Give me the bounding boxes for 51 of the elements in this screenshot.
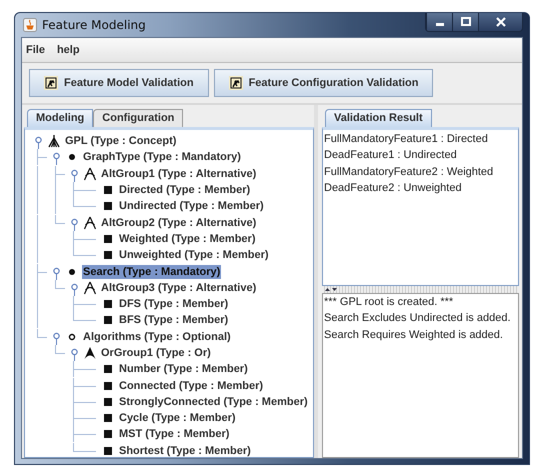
tree-node[interactable]: Directed (Type : Member) — [118, 183, 252, 198]
result-line: DeadFeature2 : Unweighted — [323, 180, 463, 196]
tree-node[interactable]: MST (Type : Member) — [118, 427, 230, 442]
arc-icon — [83, 166, 97, 181]
tree-node[interactable]: Number (Type : Member) — [118, 362, 249, 376]
maximize-icon — [460, 17, 470, 27]
tree-node[interactable]: AltGroup2 (Type : Alternative) — [100, 216, 258, 230]
tree-node[interactable]: Undirected (Type : Member) — [118, 199, 265, 214]
tab[interactable]: Configuration — [93, 109, 184, 127]
collapse-arrows-icon — [324, 287, 338, 292]
arc-icon — [83, 280, 97, 295]
tree-node[interactable]: Search (Type : Mandatory) — [82, 264, 222, 279]
tree-node[interactable]: Shortest (Type : Member) — [118, 444, 252, 457]
tree-node[interactable]: Cycle (Type : Member) — [118, 411, 237, 426]
cup-icon — [23, 18, 37, 32]
close-icon — [496, 17, 506, 27]
toolbar-button[interactable]: Feature Model Validation — [29, 69, 209, 97]
result-line: DeadFeature1 : Undirected — [323, 148, 458, 164]
tab[interactable]: Modeling — [27, 109, 94, 127]
log-line: Search Requires Weighted is added. — [323, 328, 504, 343]
tree-node[interactable]: GPL (Type : Concept) — [64, 134, 178, 148]
log-line: Search Excludes Undirected is added. — [323, 311, 512, 326]
tree-line — [55, 345, 65, 354]
tree-node[interactable]: GraphType (Type : Mandatory) — [82, 150, 242, 164]
tree-line — [55, 280, 65, 289]
menu-item[interactable]: help — [56, 44, 80, 56]
tree-node[interactable]: AltGroup3 (Type : Alternative) — [100, 280, 258, 295]
result-line: FullMandatoryFeature2 : Weighted — [323, 164, 494, 180]
tree-node[interactable]: BFS (Type : Member) — [118, 313, 230, 328]
arc-icon — [83, 346, 97, 360]
tree-node[interactable]: StronglyConnected (Type : Member) — [118, 394, 309, 409]
log-line: *** GPL root is created. *** — [323, 295, 454, 310]
close-button[interactable] — [478, 13, 522, 31]
tree-node[interactable]: AltGroup1 (Type : Alternative) — [100, 166, 258, 181]
figure-icon — [44, 76, 58, 90]
maximize-button[interactable] — [452, 13, 478, 31]
tree-node[interactable]: Connected (Type : Member) — [118, 378, 264, 393]
tree-node[interactable]: Weighted (Type : Member) — [118, 232, 256, 246]
menu-item[interactable]: File — [26, 44, 45, 56]
tab[interactable]: Validation Result — [325, 109, 432, 127]
minimize-button[interactable] — [426, 13, 452, 31]
tree-node[interactable]: Algorithms (Type : Optional) — [82, 330, 232, 344]
toolbar-button[interactable]: Feature Configuration Validation — [214, 69, 434, 97]
tree-node[interactable]: DFS (Type : Member) — [118, 297, 230, 312]
result-line: FullMandatoryFeature1 : Directed — [323, 132, 489, 147]
figure-icon — [228, 76, 243, 90]
arc-icon — [83, 216, 97, 230]
branch-icon — [47, 134, 61, 148]
tree-node[interactable]: OrGroup1 (Type : Or) — [100, 346, 212, 360]
tree-node[interactable]: Unweighted (Type : Member) — [118, 248, 270, 262]
window-title: Feature Modeling — [42, 18, 146, 32]
